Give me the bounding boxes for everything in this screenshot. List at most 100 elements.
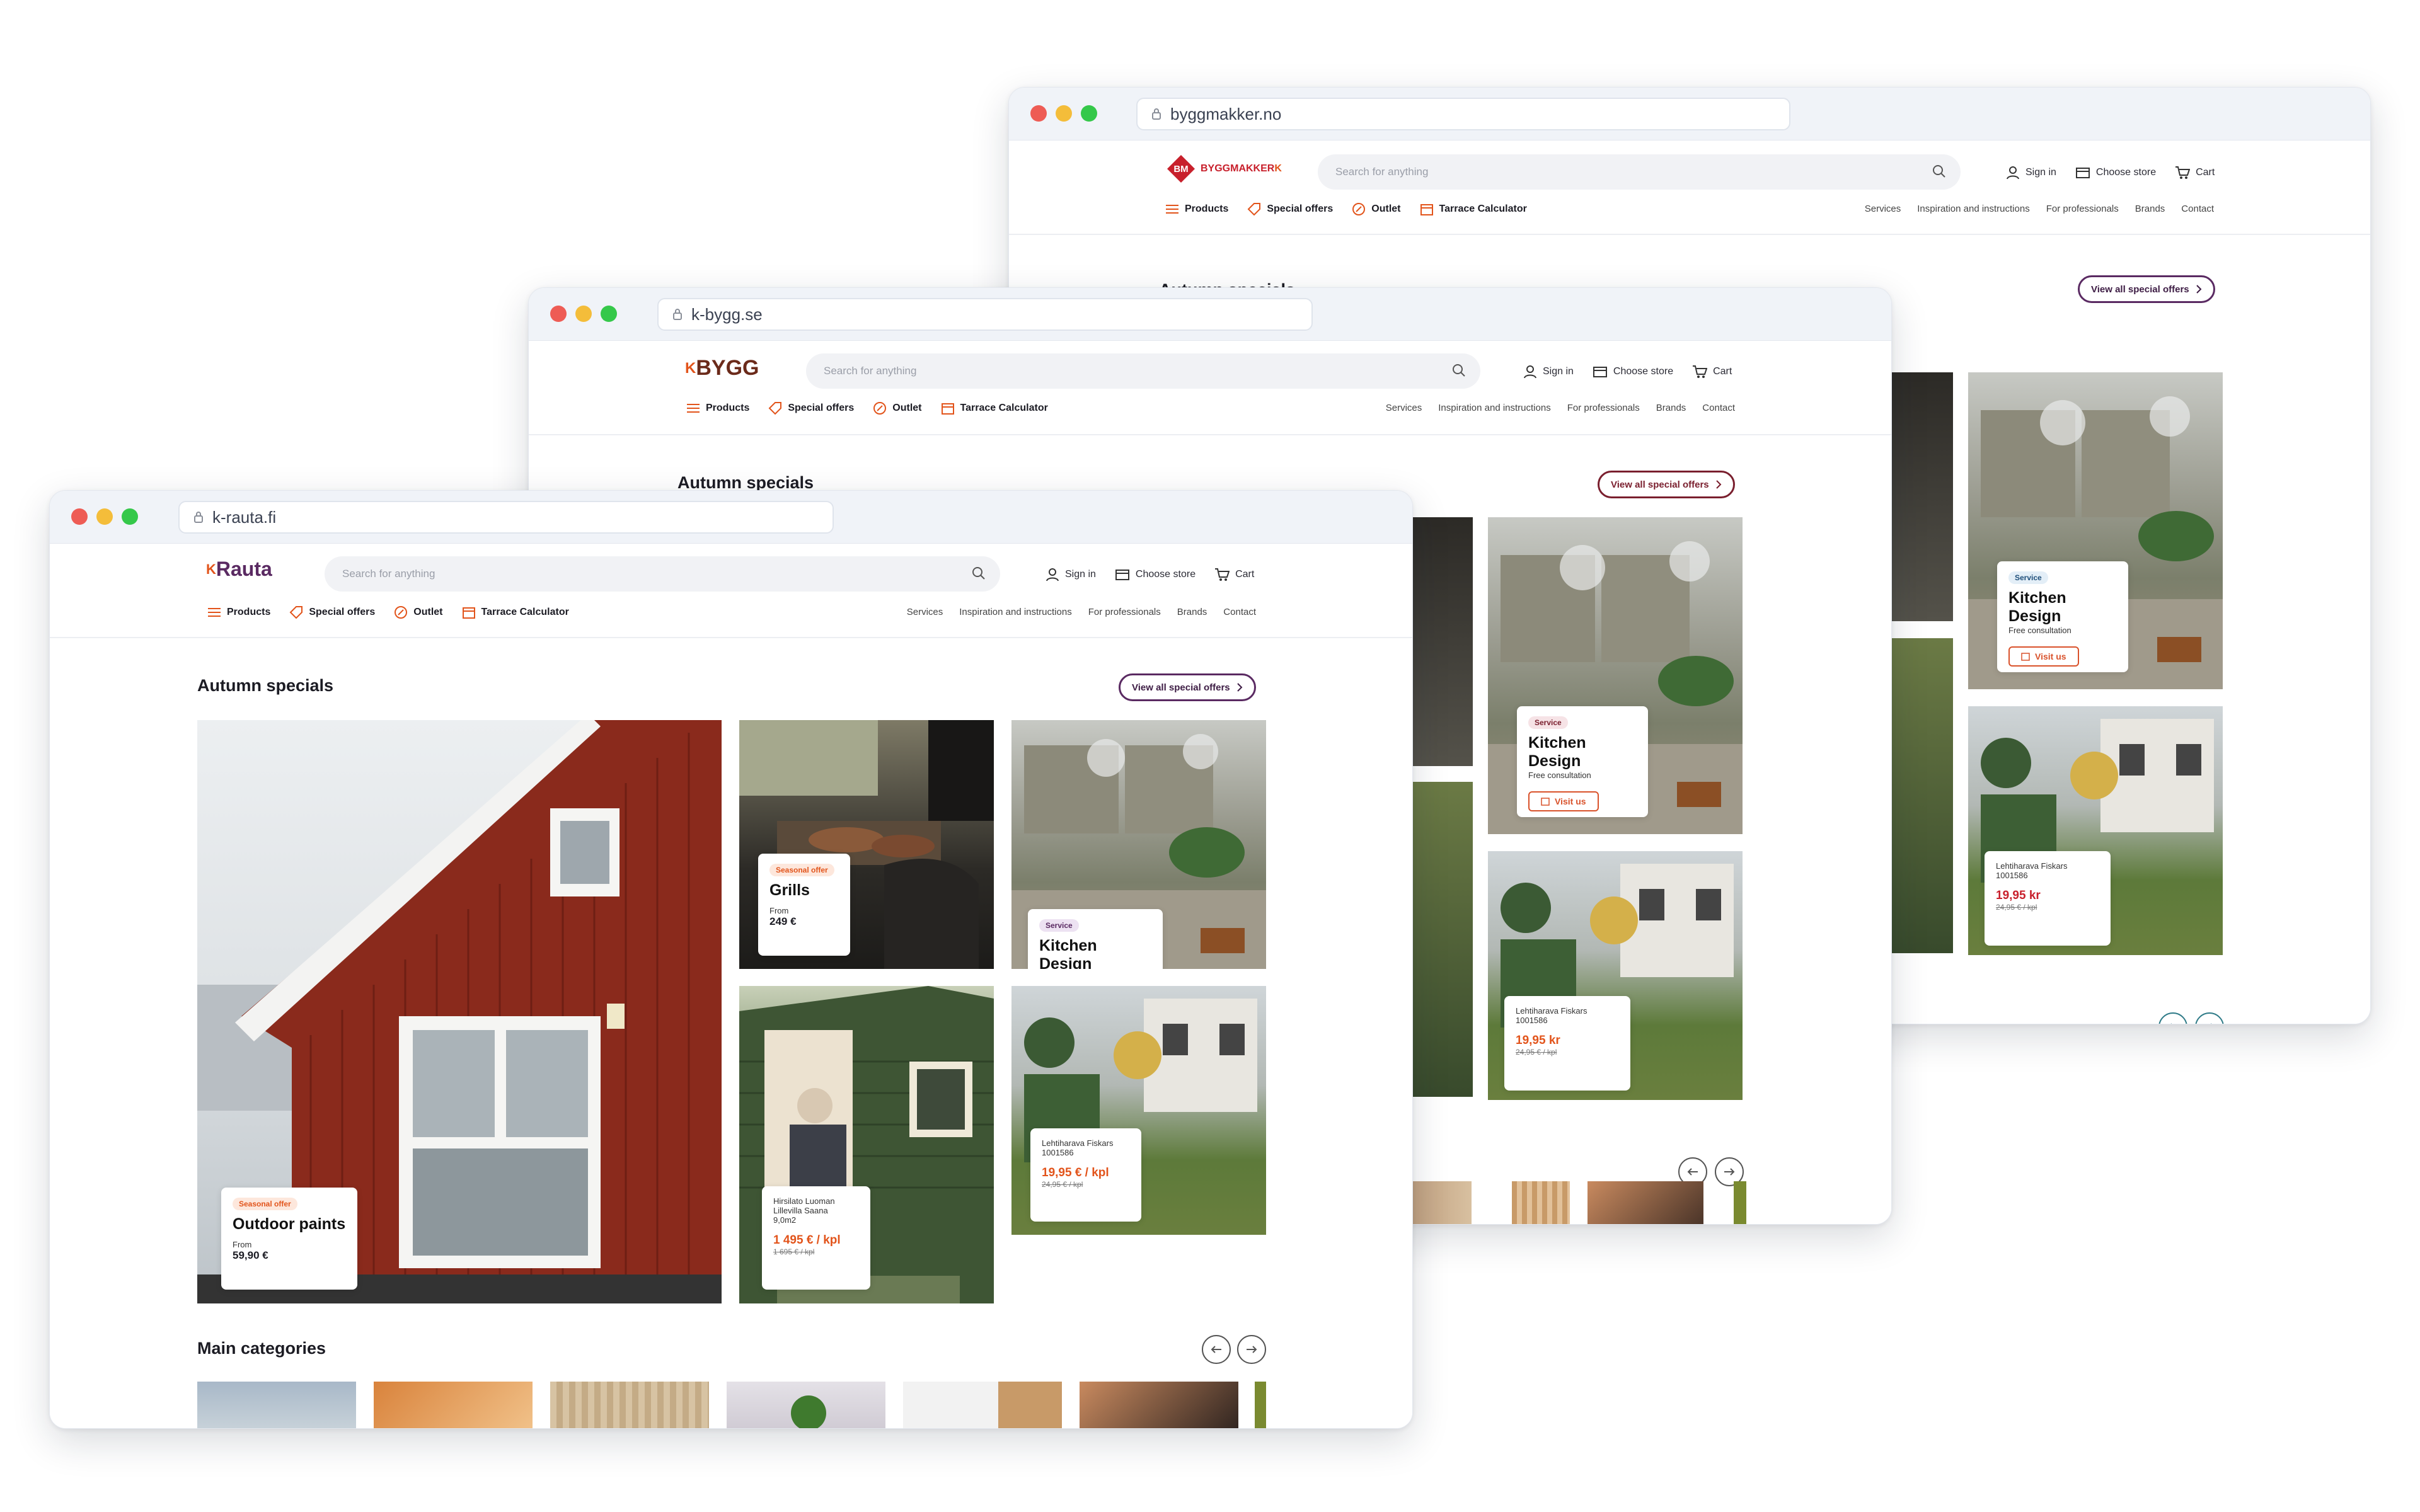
address-bar[interactable]: byggmakker.no: [1136, 98, 1790, 130]
view-all-button[interactable]: View all special offers: [1119, 673, 1256, 701]
rake-tile[interactable]: Lehtiharava Fiskars 1001586 19,95 kr 24,…: [1488, 851, 1743, 1100]
nav-contact[interactable]: Contact: [1702, 403, 1735, 413]
menu-icon: [208, 608, 221, 617]
rake-tile[interactable]: Lehtiharava Fiskars 1001586 19,95 € / kp…: [1011, 986, 1266, 1235]
search-icon[interactable]: [1932, 164, 1947, 179]
partial-tile-left: [1411, 517, 1473, 766]
choose-store-button[interactable]: Choose store: [2075, 166, 2156, 179]
nav-outlet[interactable]: Outlet: [394, 605, 443, 619]
maximize-window-button[interactable]: [601, 306, 617, 322]
carousel-prev-button[interactable]: [2158, 1012, 2187, 1024]
choose-store-button[interactable]: Choose store: [1593, 365, 1673, 378]
service-badge: Service: [2008, 571, 2048, 584]
nav-contact[interactable]: Contact: [1223, 607, 1256, 617]
carousel-next-button[interactable]: [2195, 1012, 2224, 1024]
product-price: 1 495 € / kpl: [773, 1234, 841, 1247]
nav-services[interactable]: Services: [1386, 403, 1422, 413]
view-all-button[interactable]: View all special offers: [1598, 471, 1735, 498]
cart-button[interactable]: Cart: [1214, 568, 1254, 581]
shed-tile[interactable]: Hirsilato Luoman Lillevilla Saana 9,0m2 …: [739, 986, 994, 1303]
nav-brands[interactable]: Brands: [2135, 203, 2165, 214]
nav-inspiration[interactable]: Inspiration and instructions: [1917, 203, 2029, 214]
nav-professionals[interactable]: For professionals: [2046, 203, 2119, 214]
nav-inspiration[interactable]: Inspiration and instructions: [959, 607, 1071, 617]
cart-button[interactable]: Cart: [1692, 365, 1732, 379]
maximize-window-button[interactable]: [1081, 105, 1097, 122]
sign-in-button[interactable]: Sign in: [1523, 365, 1574, 379]
sign-in-button[interactable]: Sign in: [2006, 166, 2056, 180]
kbygg-logo[interactable]: K BYGG: [685, 356, 759, 381]
tile-title: Kitchen Design: [1528, 734, 1586, 770]
product-number: 1001586: [1042, 1148, 1074, 1157]
view-all-button[interactable]: View all special offers: [2078, 275, 2215, 303]
store-icon: [1593, 367, 1607, 377]
bm-logo-icon: BM: [1167, 155, 1195, 183]
category-thumb[interactable]: [550, 1382, 709, 1428]
nav-special-offers[interactable]: Special offers: [1247, 202, 1333, 216]
krauta-logo[interactable]: K Rauta: [206, 558, 272, 581]
close-window-button[interactable]: [550, 306, 567, 322]
visit-us-button[interactable]: Visit us: [2008, 646, 2079, 667]
category-thumb[interactable]: [903, 1382, 1062, 1428]
nav-contact[interactable]: Contact: [2181, 203, 2214, 214]
category-thumb[interactable]: [374, 1382, 533, 1428]
nav-services[interactable]: Services: [1865, 203, 1901, 214]
category-thumb[interactable]: [197, 1382, 356, 1428]
nav-products[interactable]: Products: [1165, 203, 1228, 215]
category-thumb[interactable]: [1411, 1181, 1472, 1224]
nav-calculator[interactable]: Tarrace Calculator: [462, 605, 569, 619]
nav-special-offers[interactable]: Special offers: [289, 605, 375, 619]
close-window-button[interactable]: [71, 508, 88, 525]
maximize-window-button[interactable]: [122, 508, 138, 525]
search-icon[interactable]: [971, 566, 986, 581]
choose-store-button[interactable]: Choose store: [1115, 568, 1196, 581]
nav-inspiration[interactable]: Inspiration and instructions: [1438, 403, 1550, 413]
nav-services[interactable]: Services: [907, 607, 943, 617]
sign-in-button[interactable]: Sign in: [1046, 568, 1096, 581]
search-input[interactable]: Search for anything: [325, 556, 1000, 592]
url-text: k-rauta.fi: [212, 507, 277, 527]
address-bar[interactable]: k-bygg.se: [657, 298, 1313, 331]
byggmakker-logo[interactable]: BM BYGGMAKKER K: [1165, 153, 1282, 185]
minimize-window-button[interactable]: [575, 306, 592, 322]
search-icon[interactable]: [1451, 363, 1466, 378]
close-window-button[interactable]: [1030, 105, 1047, 122]
grills-tile[interactable]: Seasonal offer Grills From 249 €: [739, 720, 994, 969]
minimize-window-button[interactable]: [1056, 105, 1072, 122]
calendar-icon: [941, 403, 954, 415]
kitchen-tile[interactable]: Service Kitchen Design Free consultation…: [1968, 372, 2223, 689]
nav-products[interactable]: Products: [686, 403, 749, 414]
nav-professionals[interactable]: For professionals: [1567, 403, 1640, 413]
browser-window-krauta: k-rauta.fi K Rauta Search for anything S…: [49, 490, 1413, 1429]
carousel-next-button[interactable]: [1237, 1335, 1266, 1364]
nav-brands[interactable]: Brands: [1656, 403, 1686, 413]
outdoor-paints-tile[interactable]: Seasonal offer Outdoor paints From 59,90…: [197, 720, 722, 1303]
nav-outlet[interactable]: Outlet: [1352, 202, 1401, 216]
category-thumb[interactable]: [1255, 1382, 1266, 1428]
nav-professionals[interactable]: For professionals: [1088, 607, 1161, 617]
tile-subtitle: Free consultation: [1528, 770, 1591, 780]
category-thumb[interactable]: [727, 1382, 885, 1428]
nav-products[interactable]: Products: [207, 607, 270, 618]
nav-calculator[interactable]: Tarrace Calculator: [941, 401, 1048, 415]
cart-button[interactable]: Cart: [2175, 166, 2215, 180]
chevron-right-icon: [1715, 480, 1722, 489]
search-input[interactable]: Search for anything: [806, 353, 1480, 389]
shed-card: Hirsilato Luoman Lillevilla Saana 9,0m2 …: [762, 1186, 870, 1290]
nav-outlet[interactable]: Outlet: [873, 401, 922, 415]
category-thumb[interactable]: [1512, 1181, 1570, 1224]
category-thumb[interactable]: [1587, 1181, 1703, 1224]
category-thumb[interactable]: [1734, 1181, 1746, 1224]
category-thumb[interactable]: [1080, 1382, 1238, 1428]
nav-calculator[interactable]: Tarrace Calculator: [1420, 202, 1527, 216]
minimize-window-button[interactable]: [96, 508, 113, 525]
kitchen-tile[interactable]: Service Kitchen Design Free consultation…: [1011, 720, 1266, 969]
kitchen-tile[interactable]: Service Kitchen Design Free consultation…: [1488, 517, 1743, 834]
nav-brands[interactable]: Brands: [1177, 607, 1207, 617]
nav-special-offers[interactable]: Special offers: [768, 401, 854, 415]
visit-us-button[interactable]: Visit us: [1528, 791, 1599, 811]
search-input[interactable]: Search for anything: [1318, 154, 1961, 190]
rake-tile[interactable]: Lehtiharava Fiskars 1001586 19,95 kr 24,…: [1968, 706, 2223, 955]
carousel-prev-button[interactable]: [1202, 1335, 1231, 1364]
address-bar[interactable]: k-rauta.fi: [178, 501, 834, 534]
